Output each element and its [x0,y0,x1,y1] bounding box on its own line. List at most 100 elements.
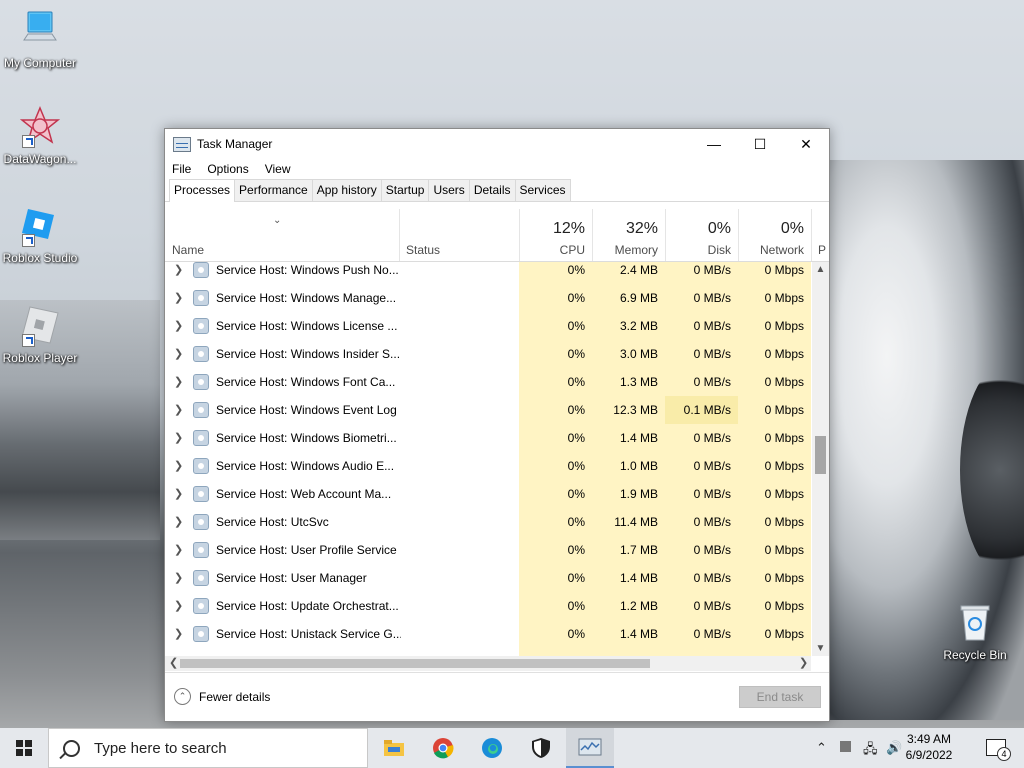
notification-center-icon[interactable]: 4 [986,739,1011,761]
maximize-button[interactable]: ☐ [737,129,783,159]
search-placeholder: Type here to search [94,739,227,757]
table-row[interactable]: ❯ Service Host: UtcSvc 0% 11.4 MB 0 MB/s 0 Mb… [165,508,811,536]
tab-startup[interactable]: Startup [380,179,430,201]
horizontal-scrollbar[interactable]: ❮ ❯ [165,656,811,671]
table-row[interactable]: ❯ Service Host: Web Account Ma... 0% 1.9 MB… [165,480,811,508]
column-header-cpu[interactable]: 12% CPU [519,209,593,261]
expand-chevron-icon[interactable]: ❯ [174,375,183,388]
expand-chevron-icon[interactable]: ❯ [174,515,183,528]
column-header-disk[interactable]: 0% Disk [665,209,739,261]
network-value: 0 Mbps [764,543,804,557]
search-icon [63,739,80,757]
desktop-icon-roblox-studio[interactable]: Roblox Studio [0,205,80,265]
table-row[interactable]: ❯ Service Host: Windows Biometri... 0% 1.4 … [165,424,811,452]
expand-chevron-icon[interactable]: ❯ [174,543,183,556]
vertical-scroll-thumb[interactable] [815,436,826,474]
column-header-name[interactable]: ⌄ Name [165,209,400,261]
table-row[interactable]: ❯ Service Host: Windows Event Log 0% 12.3 M… [165,396,811,424]
expand-chevron-icon[interactable]: ❯ [174,291,183,304]
tab-processes[interactable]: Processes [169,179,236,202]
expand-chevron-icon[interactable]: ❯ [174,347,183,360]
end-task-button[interactable]: End task [739,686,821,708]
clock-date: 6/9/2022 [905,748,953,762]
table-row[interactable]: ❯ Service Host: Windows Insider S... 0% 3.0… [165,340,811,368]
table-row[interactable]: ❯ Service Host: Windows Manage... 0% 6.9 MB… [165,284,811,312]
edge-icon[interactable] [468,728,516,768]
title-bar[interactable]: Task Manager — ☐ ✕ [165,129,829,159]
expand-chevron-icon[interactable]: ❯ [174,599,183,612]
desktop-icon-my-computer[interactable]: My Computer [0,10,80,70]
tab-services[interactable]: Services [514,179,571,201]
table-row[interactable]: ❯ Service Host: Windows Push No... 0% 2.4 M… [165,262,811,284]
menu-view[interactable]: View [265,162,291,176]
menu-options[interactable]: Options [207,162,248,176]
expand-chevron-icon[interactable]: ❯ [174,263,183,276]
security-icon[interactable] [517,728,565,768]
service-gear-icon [193,542,209,558]
memory-value: 1.4 MB [619,571,658,585]
expand-chevron-icon[interactable]: ❯ [174,627,183,640]
expand-chevron-icon[interactable]: ❯ [174,459,183,472]
column-header-network[interactable]: 0% Network [738,209,812,261]
scroll-down-icon[interactable]: ▼ [812,643,829,654]
cpu-value: 0% [567,543,585,557]
scroll-left-icon[interactable]: ❮ [169,656,178,669]
task-manager-icon[interactable] [566,728,614,768]
service-gear-icon [193,626,209,642]
expand-chevron-icon[interactable]: ❯ [174,487,183,500]
shortcut-arrow-icon [22,234,35,247]
disk-value: 0 MB/s [693,571,731,585]
desktop-icon-recycle-bin[interactable]: Recycle Bin [935,602,1015,662]
tray-app-icon[interactable] [840,741,851,752]
chrome-icon[interactable] [419,728,467,768]
service-gear-icon [193,514,209,530]
clock[interactable]: 3:49 AM 6/9/2022 [894,731,964,763]
disk-value: 0 MB/s [693,431,731,445]
vertical-scrollbar[interactable]: ▲ ▼ [812,262,829,656]
tab-bar: Processes Performance App history Startu… [165,179,829,202]
expand-chevron-icon[interactable]: ❯ [174,431,183,444]
table-row[interactable]: ❯ Service Host: Windows Audio E... 0% 1.0 M… [165,452,811,480]
table-row[interactable]: ❯ Service Host: Windows License ... 0% 3.2 … [165,312,811,340]
roblox-studio-icon [20,205,60,247]
tab-performance[interactable]: Performance [234,179,313,201]
network-icon[interactable]: 🖧 [863,740,878,762]
service-gear-icon [193,598,209,614]
table-row[interactable]: ❯ Service Host: Windows Font Ca... 0% 1.3 M… [165,368,811,396]
desktop-icon-label: Roblox Studio [2,251,78,265]
column-header-memory[interactable]: 32% Memory [592,209,666,261]
minimize-button[interactable]: — [691,129,737,159]
desktop-icon-roblox-player[interactable]: Roblox Player [0,305,80,365]
network-value: 0 Mbps [764,487,804,501]
fewer-details-button[interactable]: ⌃ Fewer details [174,688,270,705]
scroll-right-icon[interactable]: ❯ [799,656,808,669]
table-row[interactable]: ❯ Service Host: User Manager 0% 1.4 MB 0 MB/… [165,564,811,592]
column-header-power[interactable]: P [811,209,829,261]
column-header-status[interactable]: Status [399,209,520,261]
memory-value: 1.4 MB [619,627,658,641]
scroll-up-icon[interactable]: ▲ [812,264,829,275]
start-button[interactable] [0,728,48,768]
taskbar-search-box[interactable]: Type here to search [48,728,368,768]
expand-chevron-icon[interactable]: ❯ [174,319,183,332]
expand-chevron-icon[interactable]: ❯ [174,403,183,416]
desktop-icon-datawagon[interactable]: DataWagon... [0,106,80,166]
expand-chevron-icon[interactable]: ❯ [174,571,183,584]
menu-file[interactable]: File [172,162,191,176]
tab-details[interactable]: Details [468,179,516,201]
process-list: ❯ Service Host: Windows Push No... 0% 2.4 M… [165,262,811,656]
table-row[interactable]: ❯ Service Host: Unistack Service G... 0% 1.… [165,620,811,648]
table-row[interactable]: ❯ Service Host: User Profile Service 0% 1.7… [165,536,811,564]
network-value: 0 Mbps [764,571,804,585]
horizontal-scroll-thumb[interactable] [180,659,650,668]
tab-app-history[interactable]: App history [311,179,382,201]
cpu-value: 0% [567,431,585,445]
menu-bar: File Options View [165,159,829,179]
close-button[interactable]: ✕ [783,129,829,159]
table-row[interactable]: ❯ Service Host: Update Orchestrat... 0% 1.2… [165,592,811,620]
tab-users[interactable]: Users [428,179,470,201]
memory-value: 1.0 MB [619,459,658,473]
service-gear-icon [193,458,209,474]
file-explorer-icon[interactable] [370,728,418,768]
chevron-up-icon[interactable]: ⌃ [816,740,827,756]
